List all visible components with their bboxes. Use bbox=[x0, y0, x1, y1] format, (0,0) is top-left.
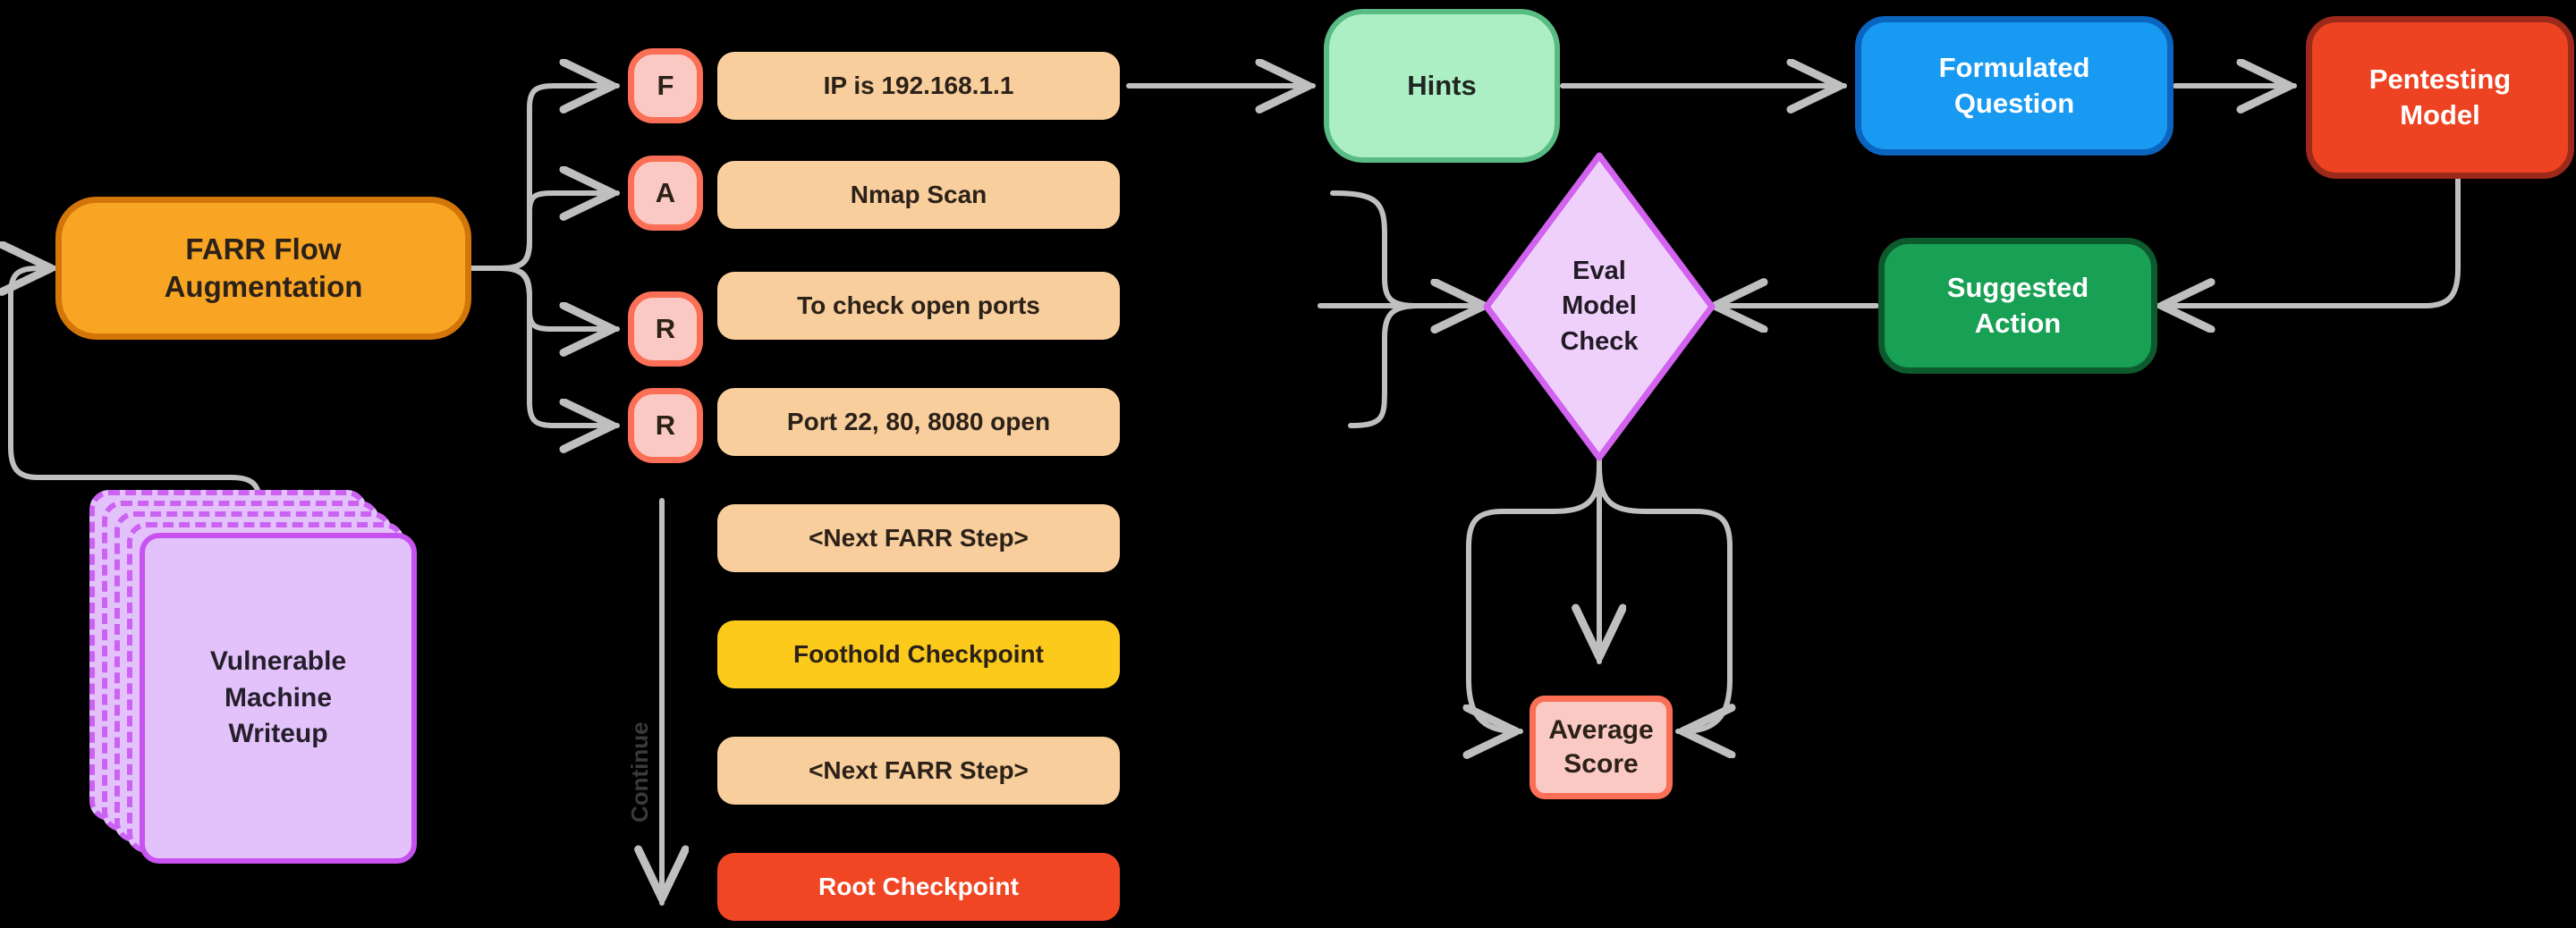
eval-line1: Eval bbox=[1572, 257, 1626, 286]
edge-farr-to-step3 bbox=[469, 266, 620, 329]
average-score-line2: Score bbox=[1563, 749, 1639, 779]
edge-farr-to-step4 bbox=[469, 266, 620, 426]
edge-step4-to-eval bbox=[1348, 306, 1491, 428]
edge-step2-to-eval bbox=[1330, 190, 1491, 306]
eval-line2: Model bbox=[1562, 291, 1637, 321]
edge-eval-left-to-average bbox=[1469, 462, 1602, 731]
step-pill-root-checkpoint[interactable]: Root Checkpoint bbox=[717, 853, 1120, 921]
formulated-question-line1: Formulated bbox=[1938, 52, 2090, 84]
suggested-action-line1: Suggested bbox=[1946, 272, 2089, 304]
step-pill-nmap-scan[interactable]: Nmap Scan bbox=[717, 161, 1120, 229]
writeup-label-line3: Writeup bbox=[228, 719, 328, 749]
writeup-sheet-front: Vulnerable Machine Writeup bbox=[140, 533, 417, 864]
continue-label: Continue bbox=[626, 721, 653, 823]
step-pill-check-open-ports[interactable]: To check open ports bbox=[717, 272, 1120, 340]
step-pill-ports-open[interactable]: Port 22, 80, 8080 open bbox=[717, 388, 1120, 456]
edge-farr-to-step2 bbox=[469, 193, 620, 271]
edge-eval-right-to-average bbox=[1597, 462, 1730, 731]
edge-pentest-to-suggested bbox=[2155, 176, 2461, 306]
eval-line3: Check bbox=[1560, 326, 1639, 356]
node-average-score[interactable]: Average Score bbox=[1530, 696, 1673, 799]
writeup-label-line2: Machine bbox=[224, 682, 333, 713]
average-score-line1: Average bbox=[1548, 714, 1654, 745]
node-formulated-question[interactable]: Formulated Question bbox=[1855, 16, 2174, 156]
badge-farr-f[interactable]: F bbox=[628, 48, 703, 123]
node-farr-flow-augmentation[interactable]: FARR Flow Augmentation bbox=[55, 197, 471, 340]
badge-farr-r1[interactable]: R bbox=[628, 291, 703, 367]
node-pentesting-model[interactable]: Pentesting Model bbox=[2306, 16, 2574, 179]
node-vulnerable-machine-writeup[interactable]: Vulnerable Machine Writeup bbox=[89, 490, 447, 883]
formulated-question-line2: Question bbox=[1953, 88, 2075, 119]
suggested-action-line2: Action bbox=[1974, 308, 2062, 339]
pentesting-model-line1: Pentesting bbox=[2368, 63, 2512, 96]
step-pill-ip[interactable]: IP is 192.168.1.1 bbox=[717, 52, 1120, 120]
edge-farr-to-step1 bbox=[469, 86, 620, 271]
farr-label-line2: Augmentation bbox=[164, 270, 363, 303]
badge-farr-r2[interactable]: R bbox=[628, 388, 703, 463]
node-suggested-action[interactable]: Suggested Action bbox=[1878, 238, 2157, 374]
flowchart-canvas: FARR Flow Augmentation Vulnerable Machin… bbox=[0, 0, 2576, 928]
writeup-label-line1: Vulnerable bbox=[209, 646, 347, 677]
farr-label-line1: FARR Flow bbox=[185, 232, 342, 266]
pentesting-model-line2: Model bbox=[2400, 99, 2480, 131]
step-pill-next-farr-step-1[interactable]: <Next FARR Step> bbox=[717, 504, 1120, 572]
node-hints[interactable]: Hints bbox=[1324, 9, 1560, 163]
step-pill-foothold-checkpoint[interactable]: Foothold Checkpoint bbox=[717, 620, 1120, 688]
step-pill-next-farr-step-2[interactable]: <Next FARR Step> bbox=[717, 737, 1120, 805]
node-eval-model-check[interactable]: Eval Model Check bbox=[1487, 156, 1712, 458]
badge-farr-a[interactable]: A bbox=[628, 156, 703, 231]
